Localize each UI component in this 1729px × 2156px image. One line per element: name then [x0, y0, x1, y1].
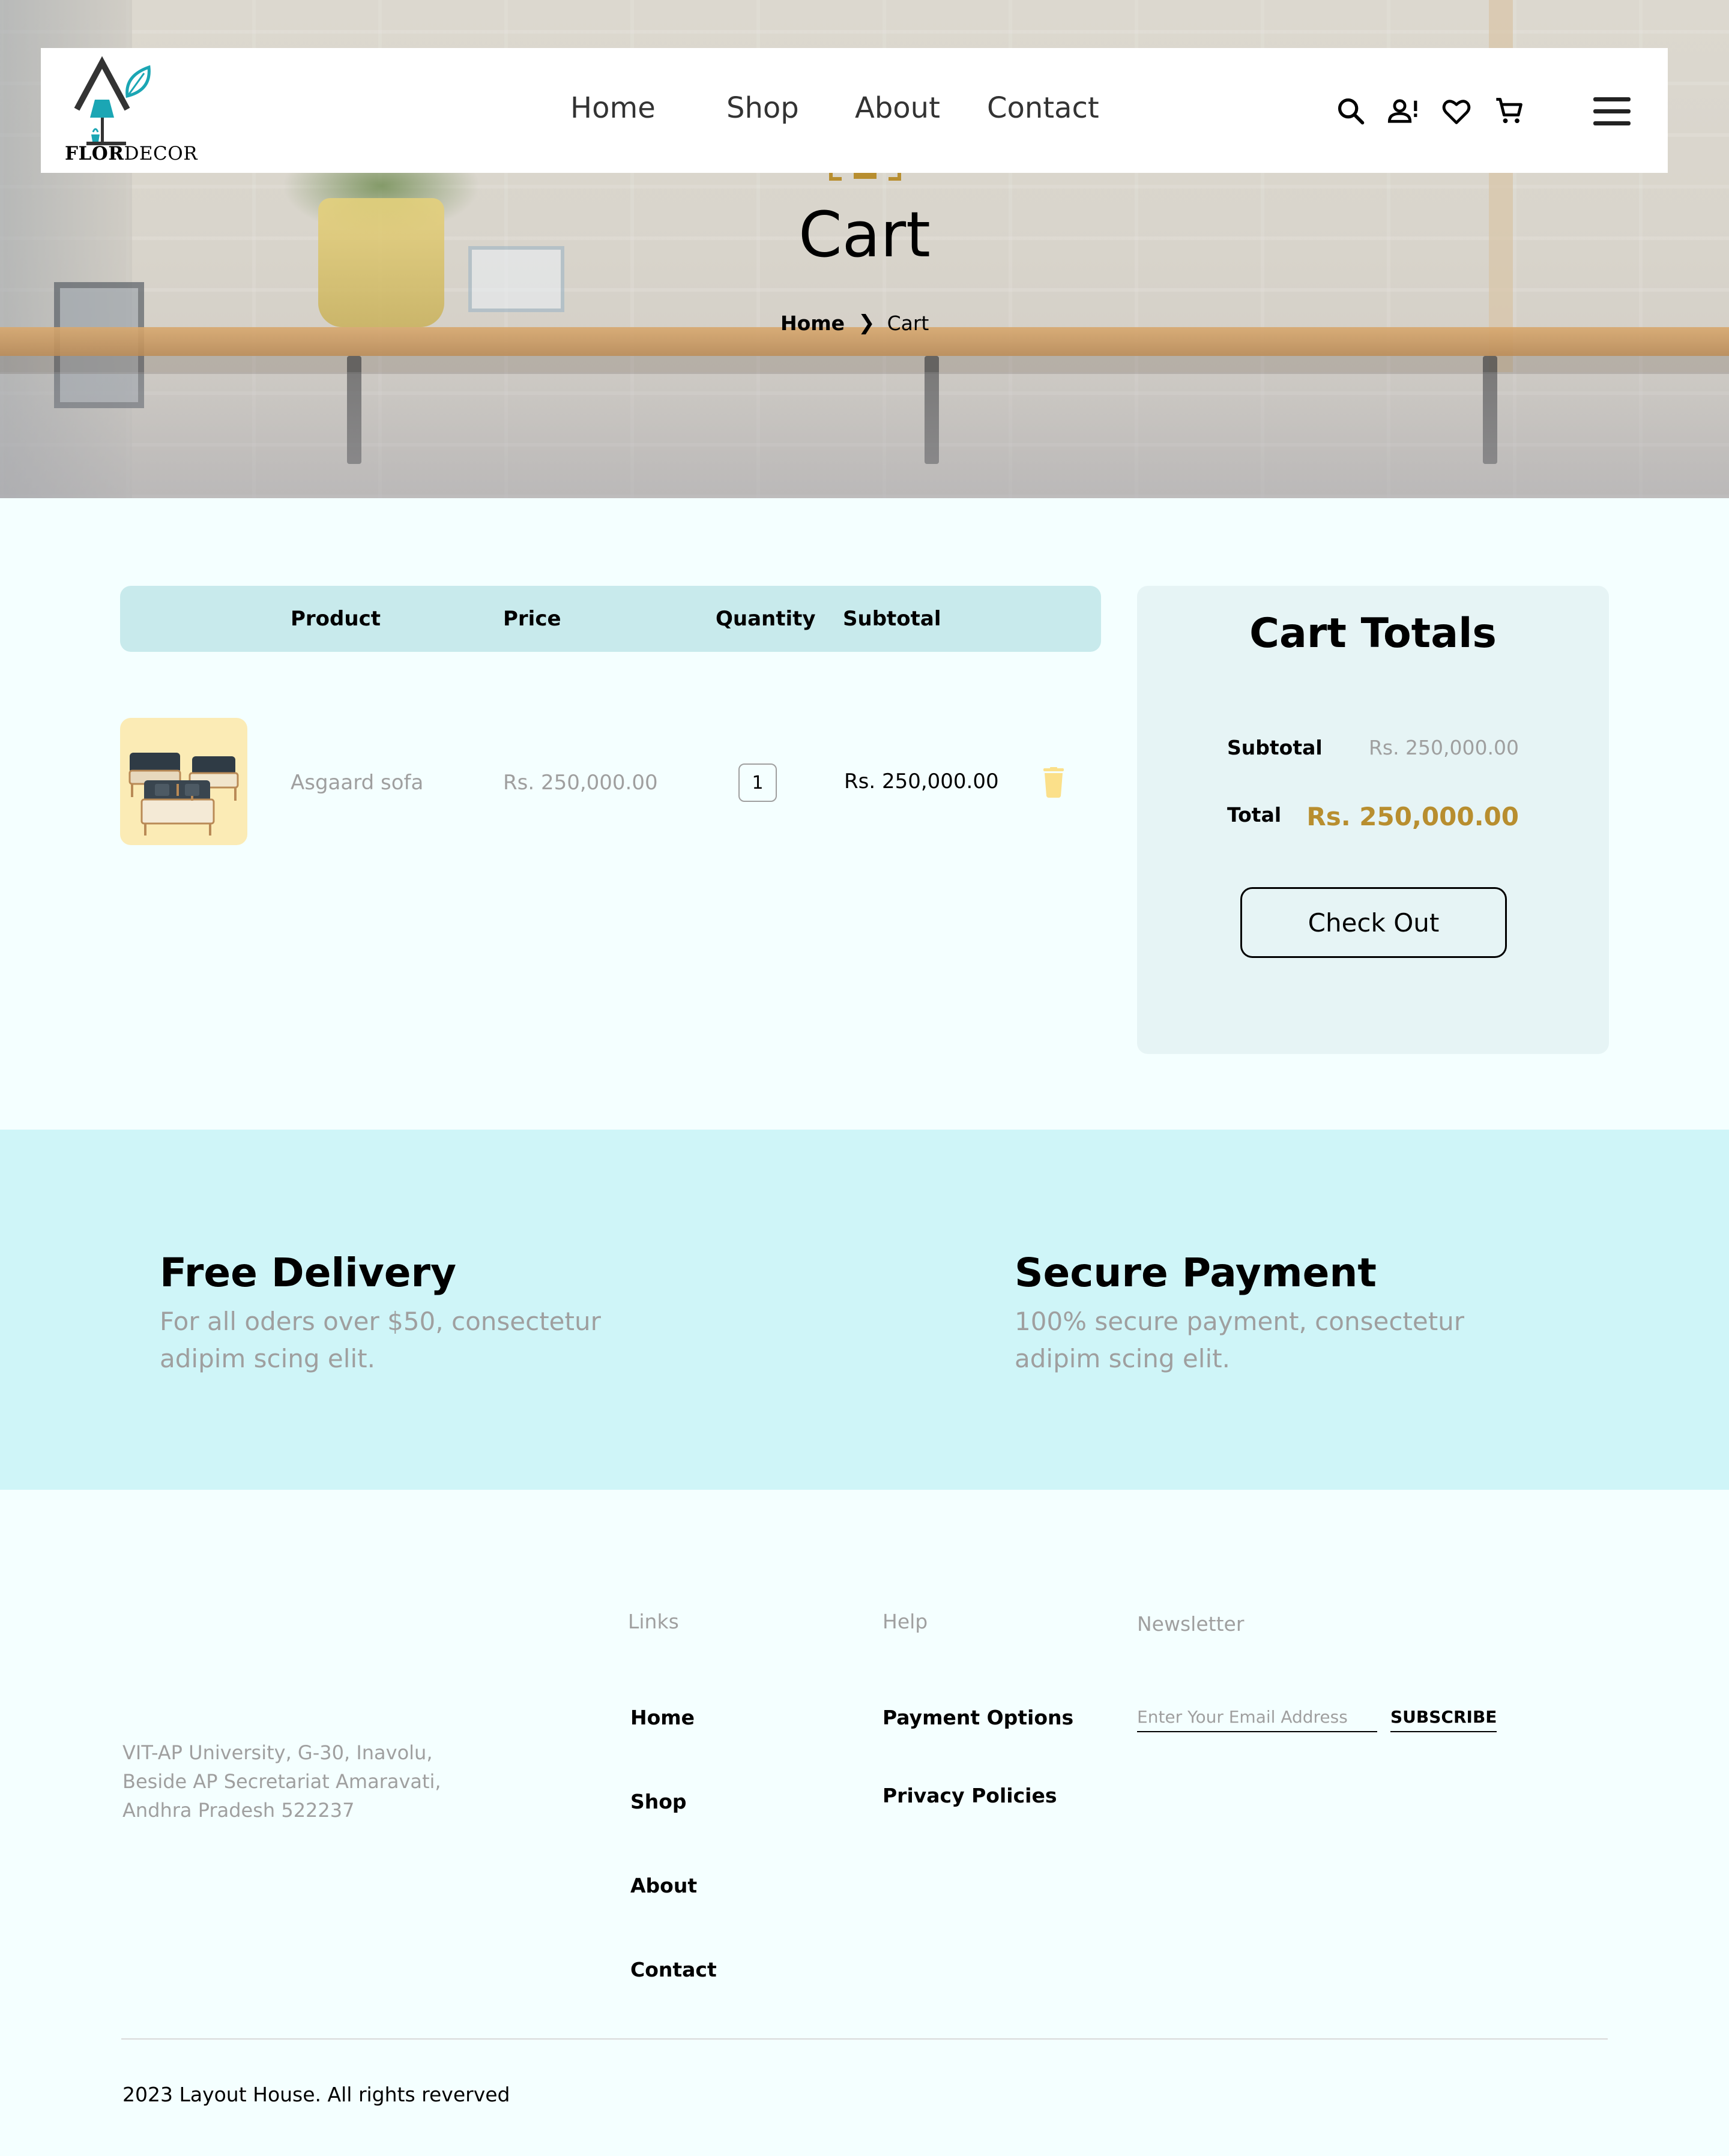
column-header-quantity: Quantity — [716, 607, 816, 631]
footer-link-home[interactable]: Home — [630, 1706, 695, 1729]
cart-table-header: Product Price Quantity Subtotal — [120, 586, 1101, 652]
feature-secure-payment: Secure Payment 100% secure payment, cons… — [1015, 1250, 1555, 1378]
breadcrumb: Home ❯ Cart — [780, 311, 961, 335]
cart-totals-panel: Cart Totals Subtotal Rs. 250,000.00 Tota… — [1137, 586, 1609, 1054]
footer-link-contact[interactable]: Contact — [630, 1958, 717, 1981]
search-icon[interactable] — [1332, 92, 1370, 130]
column-header-product: Product — [291, 607, 381, 631]
product-thumbnail[interactable] — [120, 718, 247, 845]
subscribe-button[interactable]: SUBSCRIBE — [1390, 1702, 1497, 1732]
footer-newsletter-heading: Newsletter — [1137, 1612, 1245, 1636]
footer-link-privacy-policies[interactable]: Privacy Policies — [883, 1784, 1057, 1807]
feature-free-delivery: Free Delivery For all oders over $50, co… — [160, 1250, 700, 1378]
breadcrumb-home-link[interactable]: Home — [780, 312, 845, 335]
checkout-button[interactable]: Check Out — [1240, 887, 1507, 958]
nav-shop[interactable]: Shop — [726, 91, 799, 127]
nav-home[interactable]: Home — [570, 91, 656, 127]
cart-totals-title: Cart Totals — [1249, 610, 1497, 657]
site-header: FLORDECOR Home Shop About Contact — [41, 48, 1668, 173]
column-header-price: Price — [503, 607, 561, 631]
cart-item-subtotal: Rs. 250,000.00 — [844, 769, 999, 793]
footer-divider — [121, 2038, 1608, 2040]
subtotal-value: Rs. 250,000.00 — [1368, 736, 1519, 759]
total-label: Total — [1227, 803, 1282, 827]
newsletter-email-input[interactable] — [1137, 1702, 1377, 1732]
footer-links-heading: Links — [628, 1610, 679, 1633]
subtotal-label: Subtotal — [1227, 736, 1323, 759]
cart-item-row: Asgaard sofa Rs. 250,000.00 1 Rs. 250,00… — [120, 718, 1101, 845]
footer-link-payment-options[interactable]: Payment Options — [883, 1706, 1073, 1729]
cart-item-name[interactable]: Asgaard sofa — [291, 771, 423, 795]
sofa-image-icon — [128, 753, 239, 836]
nav-contact[interactable]: Contact — [987, 91, 1099, 127]
cart-icon[interactable] — [1490, 92, 1528, 130]
trash-icon[interactable] — [1039, 767, 1069, 798]
cart-item-price: Rs. 250,000.00 — [503, 771, 658, 795]
page-title: Cart — [798, 198, 931, 271]
quantity-input[interactable]: 1 — [738, 763, 777, 802]
footer-link-about[interactable]: About — [630, 1874, 697, 1897]
total-value: Rs. 250,000.00 — [1306, 802, 1519, 831]
header-icon-bar — [1332, 90, 1528, 132]
hero-plant-pot — [318, 198, 444, 327]
copyright-text: 2023 Layout House. All rights reverved — [122, 2083, 510, 2106]
hamburger-menu-icon[interactable] — [1593, 95, 1632, 128]
breadcrumb-current: Cart — [887, 311, 929, 335]
footer-help-heading: Help — [883, 1610, 928, 1633]
hero-book — [468, 246, 564, 312]
feature-title: Secure Payment — [1015, 1250, 1377, 1296]
feature-description: 100% secure payment, consectetur adipim s… — [1015, 1307, 1465, 1373]
footer-address: VIT-AP University, G-30, Inavolu, Beside… — [122, 1741, 441, 1822]
logo-text: FLORDECOR — [65, 143, 198, 164]
heart-icon[interactable] — [1437, 92, 1476, 130]
nav-about[interactable]: About — [855, 91, 940, 127]
chevron-right-icon: ❯ — [858, 311, 875, 335]
hero-bottom-fade — [0, 372, 1729, 498]
account-alert-icon[interactable] — [1384, 92, 1423, 130]
hero-shelf-shadow — [0, 356, 1729, 374]
footer-link-shop[interactable]: Shop — [630, 1790, 687, 1813]
feature-description: For all oders over $50, consectetur adipi… — [160, 1307, 601, 1373]
feature-title: Free Delivery — [160, 1250, 457, 1296]
features-band: Free Delivery For all oders over $50, co… — [0, 1130, 1729, 1490]
column-header-subtotal: Subtotal — [843, 607, 941, 631]
